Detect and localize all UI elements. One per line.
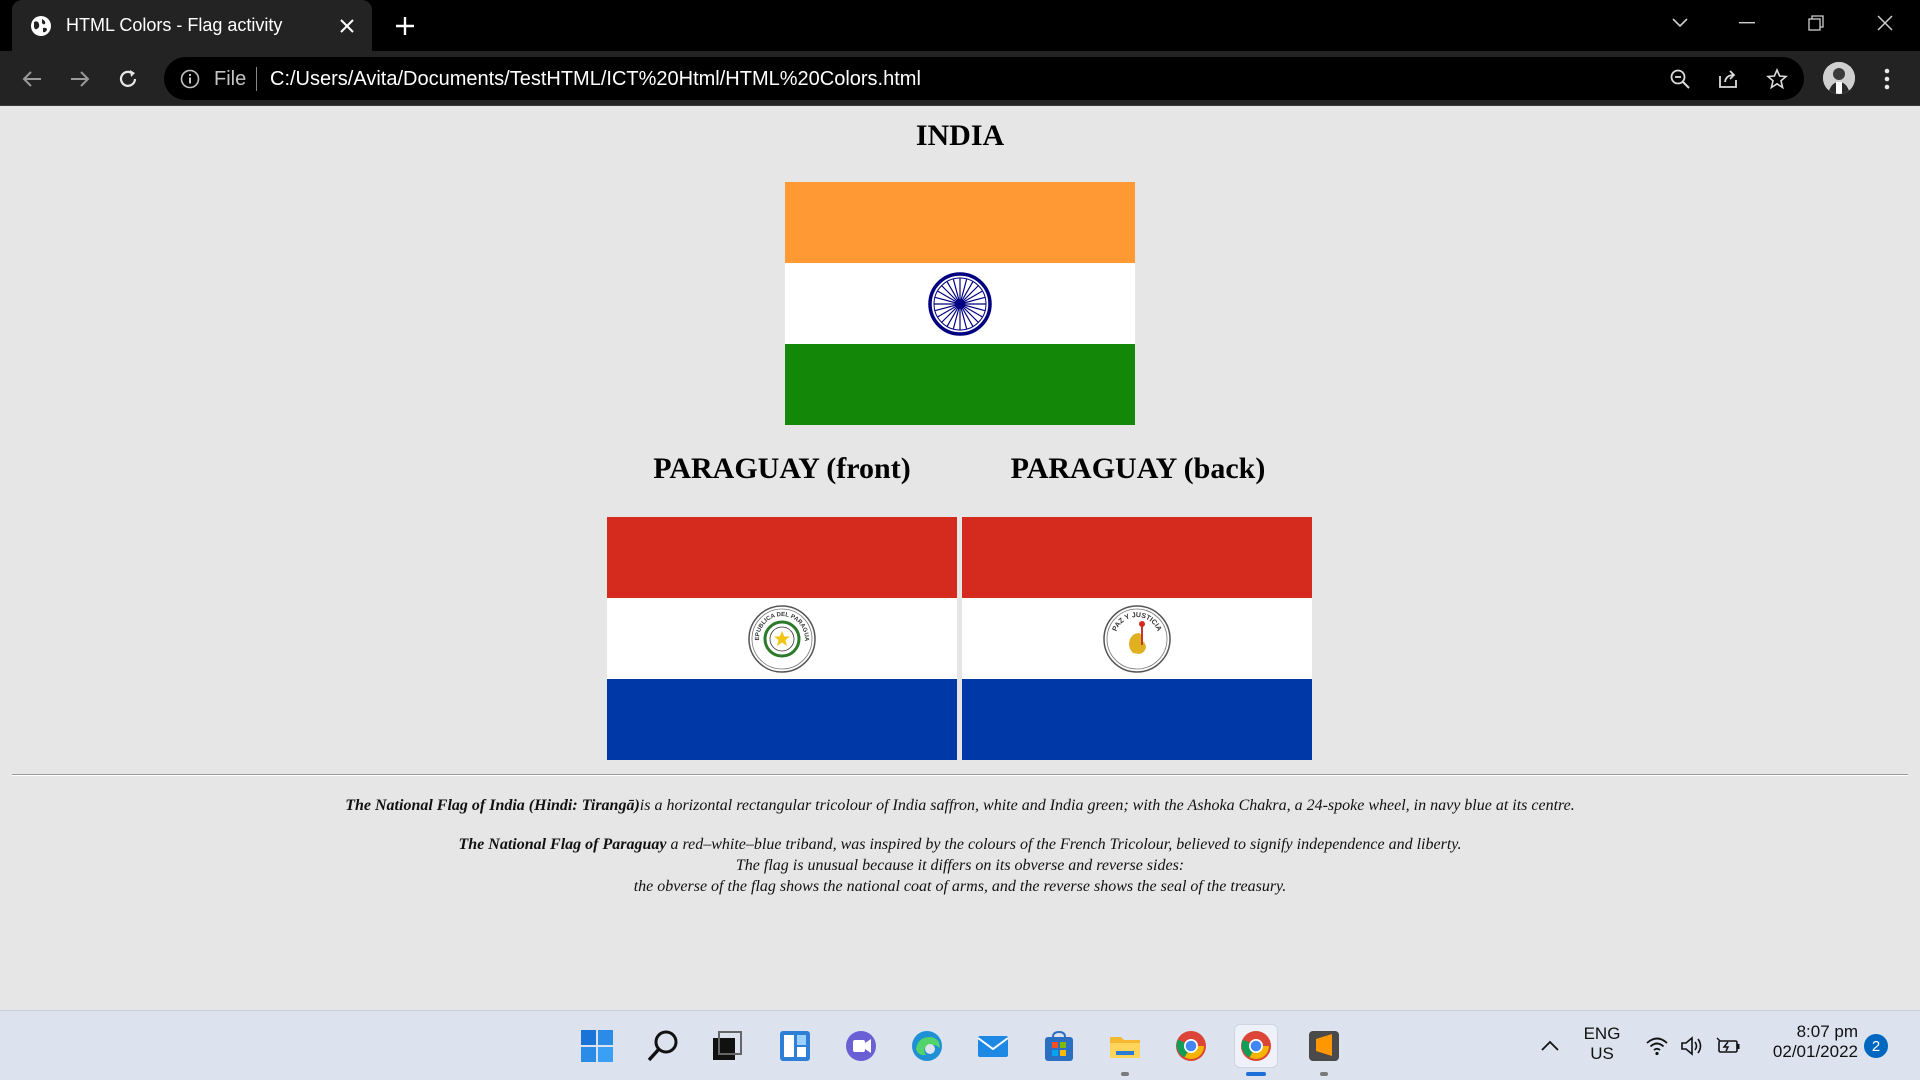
india-green-stripe [785, 344, 1135, 425]
paraguay-blue-stripe [607, 679, 957, 760]
widgets-icon[interactable] [773, 1024, 817, 1068]
tab-strip: HTML Colors - Flag activity [0, 0, 1920, 51]
reload-button[interactable] [112, 63, 144, 95]
back-button[interactable] [16, 63, 48, 95]
india-saffron-stripe [785, 182, 1135, 263]
chrome-icon[interactable] [1169, 1024, 1213, 1068]
new-tab-button[interactable] [390, 12, 420, 40]
reload-icon [119, 70, 137, 87]
tab-search-button[interactable] [1662, 8, 1698, 38]
url-text[interactable]: C:/Users/Avita/Documents/TestHTML/ICT%20… [270, 68, 921, 91]
clock[interactable]: 8:07 pm 02/01/2022 [1754, 1022, 1858, 1062]
notification-badge[interactable]: 2 [1864, 1034, 1888, 1058]
battery-charging-icon[interactable] [1716, 1033, 1742, 1059]
browser-menu-button[interactable] [1873, 63, 1901, 95]
restore-icon [1808, 15, 1824, 31]
coat-of-arms-seal-icon: REPUBLICA DEL PARAGUAY [748, 604, 816, 673]
teams-chat-icon[interactable] [839, 1024, 883, 1068]
paraguay-blue-stripe [962, 679, 1312, 760]
language-line1: ENG [1583, 1024, 1621, 1043]
active-indicator [1246, 1072, 1266, 1076]
paraguay-back-heading: PARAGUAY (back) [1010, 452, 1266, 485]
web-page: INDIA PARAGUAY (front) PARAGUAY (back) R… [0, 107, 1920, 1010]
paraguay-white-stripe: PAZ Y JUSTICIA [962, 598, 1312, 679]
store-icon[interactable] [1037, 1024, 1081, 1068]
plus-icon [396, 17, 414, 35]
forward-button[interactable] [64, 63, 96, 95]
india-description: The National Flag of India (Hindi: Tiran… [0, 795, 1920, 816]
india-description-title: The National Flag of India (Hindi: Tiran… [345, 797, 640, 814]
ashoka-chakra-icon [928, 271, 992, 336]
info-icon[interactable] [178, 67, 202, 91]
task-view-icon[interactable] [705, 1024, 749, 1068]
sublime-text-icon[interactable] [1302, 1024, 1346, 1068]
close-icon [1877, 15, 1893, 31]
paraguay-red-stripe [607, 517, 957, 598]
language-line2: US [1590, 1044, 1614, 1063]
arrow-left-icon [22, 71, 41, 87]
share-icon[interactable] [1715, 66, 1741, 92]
india-description-text: is a horizontal rectangular tricolour of… [639, 797, 1575, 814]
mail-icon[interactable] [971, 1024, 1015, 1068]
paraguay-flag-front: REPUBLICA DEL PARAGUAY [607, 517, 957, 760]
paraguay-description-line1: a red–white–blue triband, was inspired b… [666, 836, 1462, 853]
close-icon[interactable] [334, 13, 360, 39]
treasury-seal-icon: PAZ Y JUSTICIA [1103, 604, 1171, 673]
paraguay-description-title: The National Flag of Paraguay [458, 836, 667, 853]
chrome-icon-active[interactable] [1234, 1024, 1278, 1068]
india-heading: INDIA [915, 119, 1005, 152]
search-icon[interactable] [641, 1024, 685, 1068]
paraguay-flag-back: PAZ Y JUSTICIA [962, 517, 1312, 760]
tab-title: HTML Colors - Flag activity [66, 15, 283, 35]
edge-icon[interactable] [905, 1024, 949, 1068]
star-icon[interactable] [1764, 66, 1790, 92]
horizontal-rule [12, 774, 1908, 776]
restore-button[interactable] [1798, 8, 1834, 38]
globe-icon [30, 15, 52, 37]
running-indicator [1121, 1072, 1129, 1076]
language-indicator[interactable]: ENG US [1577, 1024, 1627, 1064]
browser-toolbar: File C:/Users/Avita/Documents/TestHTML/I… [0, 51, 1920, 106]
address-bar[interactable]: File C:/Users/Avita/Documents/TestHTML/I… [164, 57, 1804, 100]
india-flag [785, 182, 1135, 425]
windows-taskbar: ENG US 8:07 pm 02/01/2022 2 [0, 1010, 1920, 1080]
clock-time: 8:07 pm [1796, 1022, 1858, 1041]
url-scheme-label: File [214, 68, 247, 90]
profile-avatar[interactable] [1823, 62, 1855, 94]
minimize-button[interactable] [1729, 8, 1765, 38]
paraguay-description-line3: the obverse of the flag shows the nation… [633, 878, 1287, 895]
wifi-icon[interactable] [1644, 1033, 1670, 1059]
minimize-icon [1739, 22, 1755, 24]
file-explorer-icon[interactable] [1103, 1024, 1147, 1068]
running-indicator [1320, 1072, 1328, 1076]
chevron-up-icon[interactable] [1537, 1033, 1563, 1059]
paraguay-white-stripe: REPUBLICA DEL PARAGUAY [607, 598, 957, 679]
browser-tab-active[interactable]: HTML Colors - Flag activity [12, 0, 372, 51]
speaker-icon[interactable] [1679, 1033, 1705, 1059]
paraguay-description-line2: The flag is unusual because it differs o… [735, 857, 1185, 874]
clock-date: 02/01/2022 [1772, 1042, 1858, 1061]
paraguay-description: The National Flag of Paraguay a red–whit… [0, 834, 1920, 897]
arrow-right-icon [71, 71, 90, 87]
chevron-down-icon [1672, 18, 1688, 28]
paraguay-front-heading: PARAGUAY (front) [653, 452, 911, 485]
close-window-button[interactable] [1867, 8, 1903, 38]
url-separator [256, 67, 257, 91]
more-vertical-icon [1884, 68, 1890, 90]
zoom-icon[interactable] [1667, 66, 1693, 92]
windows-start-icon[interactable] [575, 1024, 619, 1068]
india-white-stripe [785, 263, 1135, 344]
paraguay-red-stripe [962, 517, 1312, 598]
